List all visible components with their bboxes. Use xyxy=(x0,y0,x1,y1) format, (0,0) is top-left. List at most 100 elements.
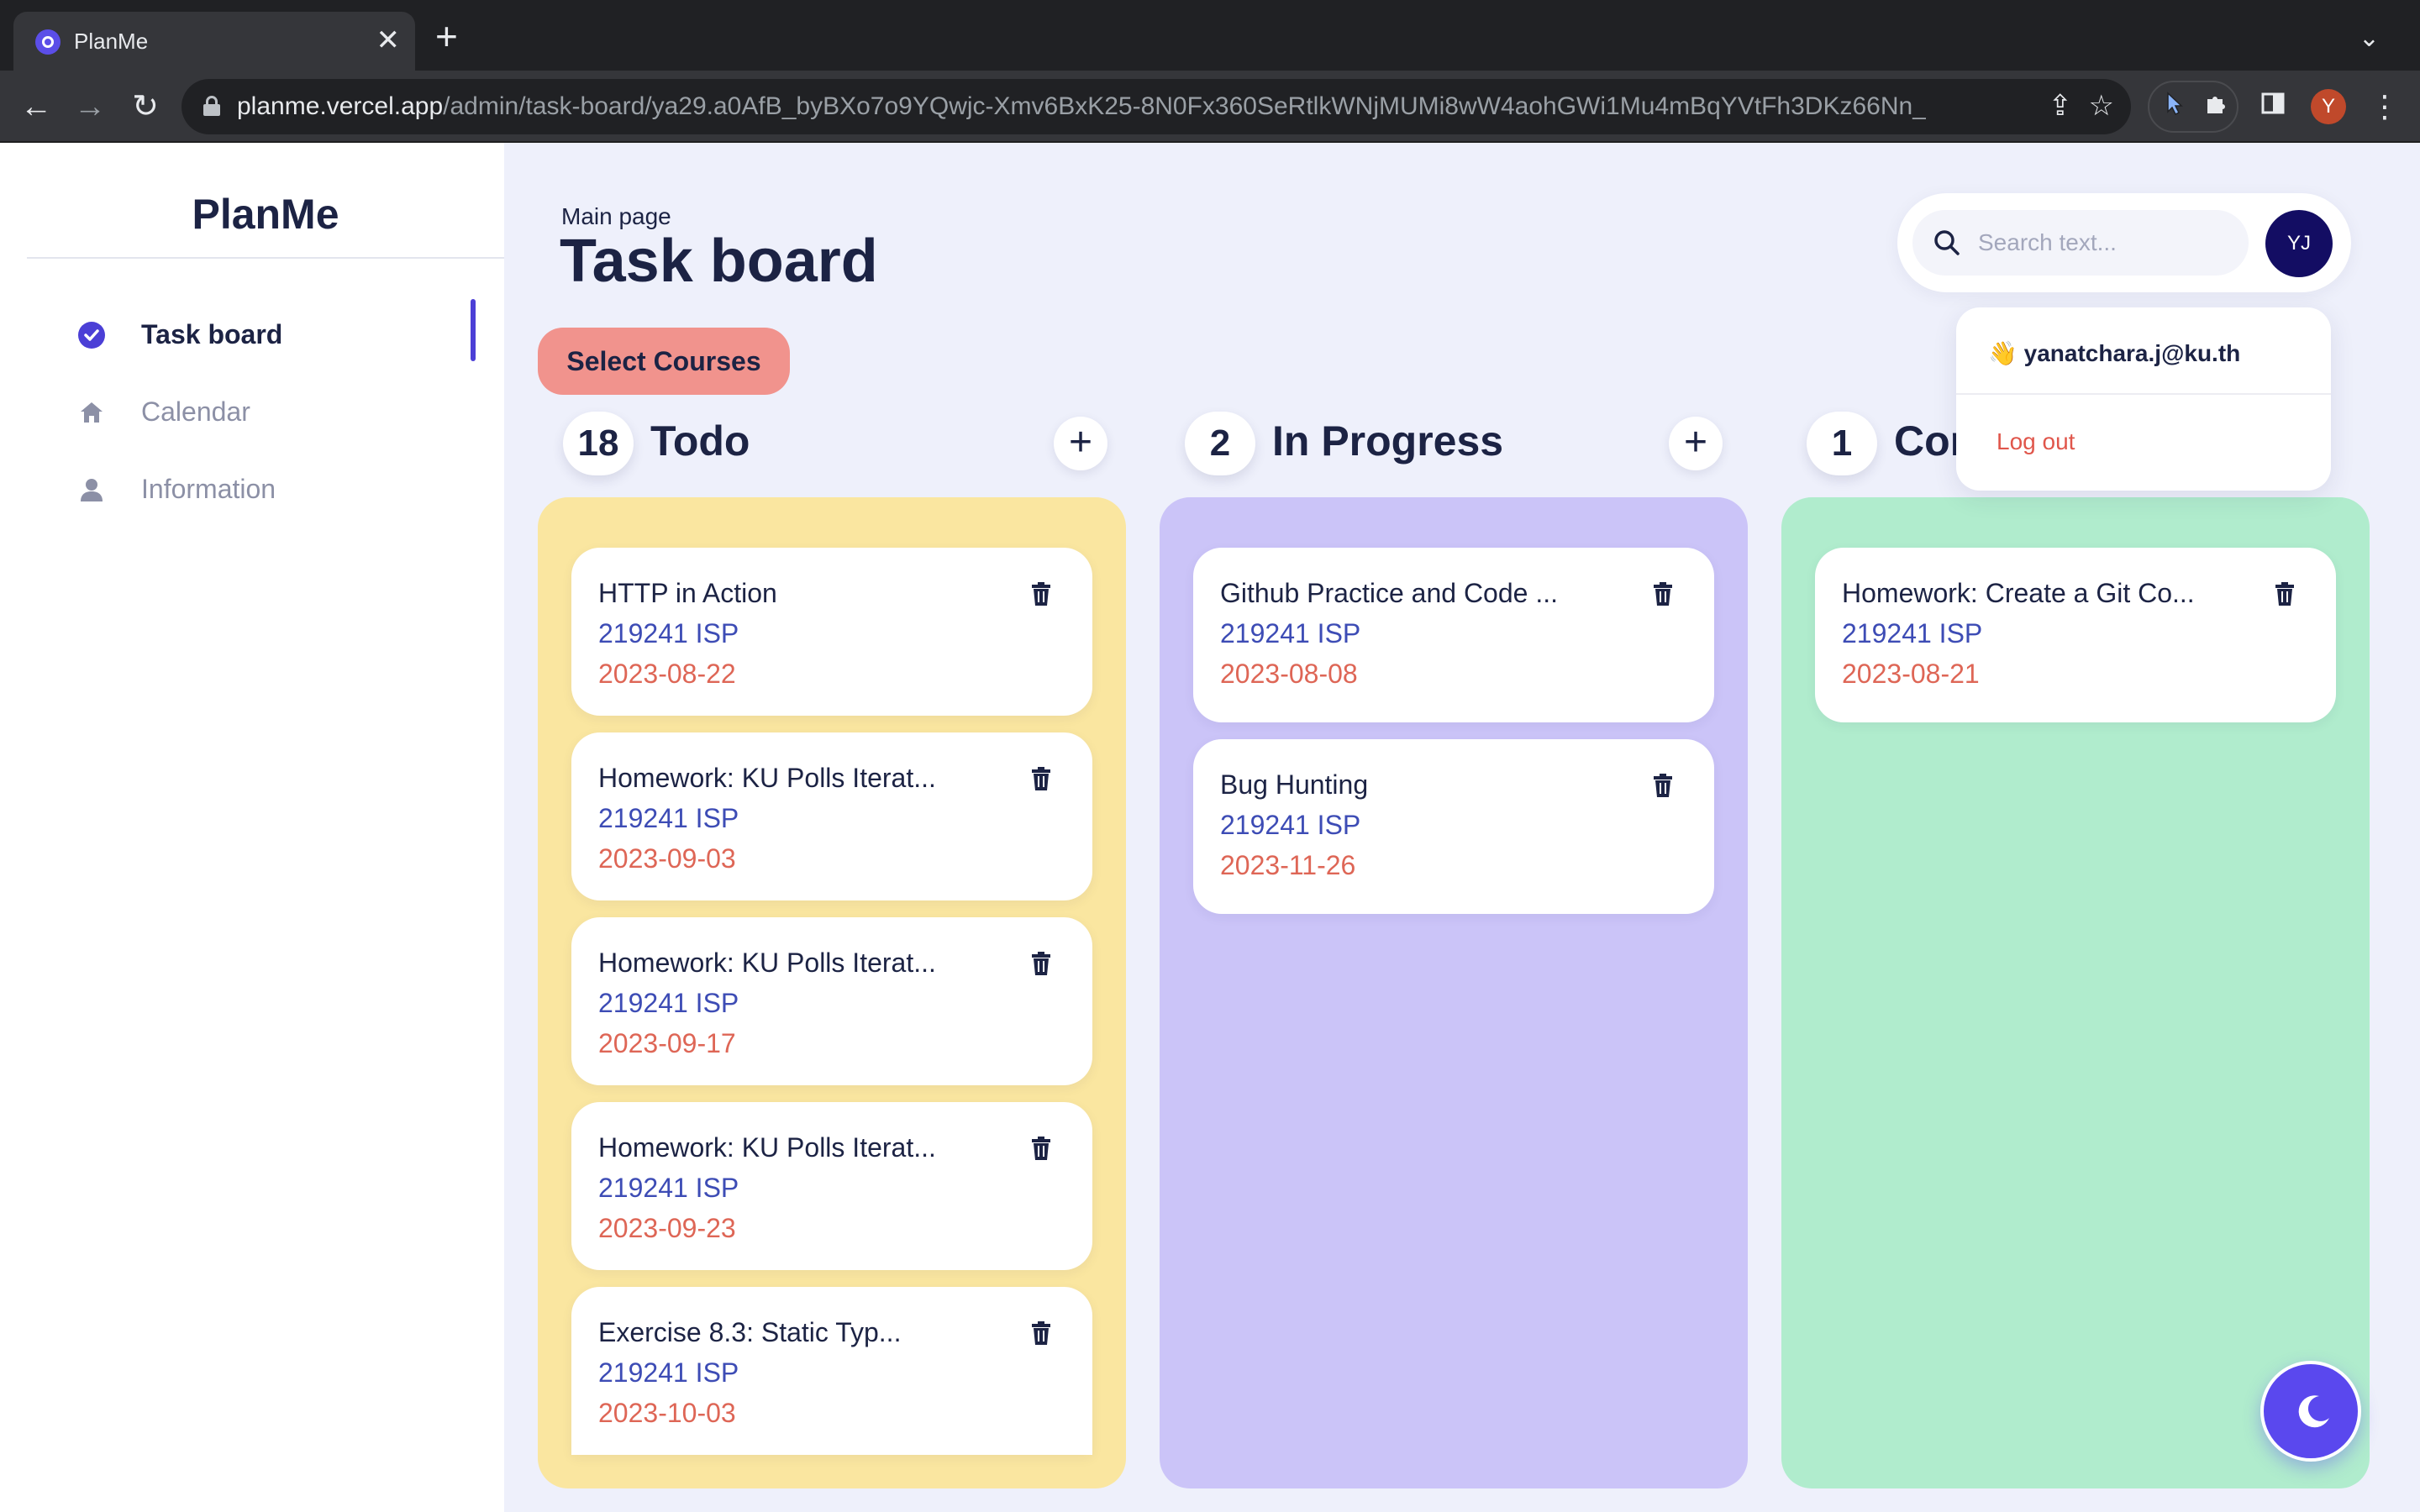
task-date: 2023-10-03 xyxy=(598,1398,736,1428)
trash-icon[interactable] xyxy=(1030,766,1052,791)
task-course: 219241 ISP xyxy=(598,1357,739,1388)
sidebar-item-label: Calendar xyxy=(141,396,250,427)
task-title: Exercise 8.3: Static Typ... xyxy=(598,1317,902,1347)
add-task-button[interactable]: + xyxy=(1054,417,1107,470)
tab-title: PlanMe xyxy=(74,29,149,54)
address-bar[interactable]: planme.vercel.app/admin/task-board/ya29.… xyxy=(182,79,2131,134)
theme-toggle-button[interactable] xyxy=(2260,1361,2361,1462)
task-date: 2023-08-22 xyxy=(598,659,736,689)
sidebar: PlanMe Task board Calendar Information xyxy=(0,143,504,1512)
task-card[interactable]: Homework: Create a Git Co... 219241 ISP … xyxy=(1815,548,2336,722)
task-course: 219241 ISP xyxy=(1220,618,1361,648)
brand-logo-text[interactable]: PlanMe xyxy=(27,190,504,259)
task-card[interactable]: Github Practice and Code ... 219241 ISP … xyxy=(1193,548,1714,722)
task-card[interactable]: Homework: KU Polls Iterat... 219241 ISP … xyxy=(571,917,1092,1085)
task-date: 2023-09-17 xyxy=(598,1028,736,1058)
task-card[interactable]: Exercise 8.3: Static Typ... 219241 ISP 2… xyxy=(571,1287,1092,1455)
new-tab-icon[interactable]: + xyxy=(435,17,458,55)
task-date: 2023-11-26 xyxy=(1220,850,1356,880)
user-dropdown-menu: 👋 yanatchara.j@ku.th Log out xyxy=(1956,307,2331,491)
side-panel-icon[interactable] xyxy=(2252,86,2294,128)
person-icon xyxy=(77,475,106,504)
task-date: 2023-09-03 xyxy=(598,843,736,874)
select-courses-button[interactable]: Select Courses xyxy=(538,328,790,395)
task-count-badge: 18 xyxy=(563,412,634,475)
task-title: Homework: KU Polls Iterat... xyxy=(598,948,936,978)
url-text[interactable]: planme.vercel.app/admin/task-board/ya29.… xyxy=(237,92,1926,121)
task-date: 2023-09-23 xyxy=(598,1213,736,1243)
tab-search-chevron-icon[interactable]: ⌄ xyxy=(2359,24,2380,53)
column-title: In Progress xyxy=(1272,417,1504,465)
home-icon xyxy=(77,398,106,427)
bookmark-star-icon[interactable]: ☆ xyxy=(2089,89,2114,123)
task-course: 219241 ISP xyxy=(598,618,739,648)
column-todo: HTTP in Action 219241 ISP 2023-08-22 Hom… xyxy=(538,497,1126,1488)
user-avatar[interactable]: YJ xyxy=(2265,210,2333,277)
sidebar-item-label: Task board xyxy=(141,319,283,349)
trash-icon[interactable] xyxy=(2274,581,2296,606)
task-count-badge: 2 xyxy=(1185,412,1255,475)
extension-group xyxy=(2148,81,2238,133)
share-icon[interactable]: ⇪ xyxy=(2049,89,2073,123)
task-course: 219241 ISP xyxy=(1220,810,1361,840)
browser-menu-icon[interactable]: ⋮ xyxy=(2370,86,2400,128)
task-title: Github Practice and Code ... xyxy=(1220,578,1558,608)
task-title: Homework: Create a Git Co... xyxy=(1842,578,2195,608)
sidebar-item-task-board[interactable]: Task board xyxy=(0,299,504,363)
task-title: Bug Hunting xyxy=(1220,769,1369,800)
trash-icon[interactable] xyxy=(1030,951,1052,976)
trash-icon[interactable] xyxy=(1030,1136,1052,1161)
task-date: 2023-08-21 xyxy=(1842,659,1980,689)
column-header-in-progress: 2 In Progress + xyxy=(1185,412,1739,479)
tab-close-icon[interactable]: ✕ xyxy=(376,24,401,57)
task-card[interactable]: Homework: KU Polls Iterat... 219241 ISP … xyxy=(571,732,1092,900)
forward-icon[interactable]: → xyxy=(69,86,111,128)
active-indicator xyxy=(471,299,476,361)
search-icon xyxy=(1933,228,1961,257)
task-card[interactable]: Bug Hunting 219241 ISP 2023-11-26 xyxy=(1193,739,1714,914)
lock-icon xyxy=(203,96,220,116)
trash-icon[interactable] xyxy=(1652,773,1674,798)
moon-icon xyxy=(2296,1393,2333,1430)
task-date: 2023-08-08 xyxy=(1220,659,1358,689)
task-course: 219241 ISP xyxy=(598,988,739,1018)
task-title: Homework: KU Polls Iterat... xyxy=(598,763,936,793)
trash-icon[interactable] xyxy=(1652,581,1674,606)
cursor-extension-icon[interactable] xyxy=(2153,86,2195,128)
url-path: /admin/task-board/ya29.a0AfB_byBXo7o9YQw… xyxy=(443,92,1926,120)
reload-icon[interactable]: ↻ xyxy=(124,86,166,128)
back-icon[interactable]: ← xyxy=(15,86,57,128)
sidebar-item-information[interactable]: Information xyxy=(0,459,504,517)
extensions-puzzle-icon[interactable] xyxy=(2195,86,2237,128)
logout-button[interactable]: Log out xyxy=(1996,428,2075,455)
sidebar-item-label: Information xyxy=(141,474,276,504)
browser-tab[interactable]: PlanMe ✕ xyxy=(13,12,415,71)
search-input[interactable] xyxy=(1978,222,2230,264)
task-title: HTTP in Action xyxy=(598,578,777,608)
search-box xyxy=(1912,210,2249,276)
menu-divider xyxy=(1956,393,2331,395)
browser-profile-avatar[interactable]: Y xyxy=(2311,89,2346,124)
url-host: planme.vercel.app xyxy=(237,92,444,120)
column-header-todo: 18 Todo + xyxy=(563,412,1118,479)
column-in-progress: Github Practice and Code ... 219241 ISP … xyxy=(1160,497,1748,1488)
trash-icon[interactable] xyxy=(1030,1320,1052,1346)
column-complete: Homework: Create a Git Co... 219241 ISP … xyxy=(1781,497,2370,1488)
browser-toolbar: ← → ↻ planme.vercel.app/admin/task-board… xyxy=(0,71,2420,143)
search-bar-container: YJ xyxy=(1897,193,2351,292)
browser-tab-bar: PlanMe ✕ + ⌄ xyxy=(0,0,2420,71)
task-count-badge: 1 xyxy=(1807,412,1877,475)
task-title: Homework: KU Polls Iterat... xyxy=(598,1132,936,1163)
add-task-button[interactable]: + xyxy=(1669,417,1723,470)
sidebar-item-calendar[interactable]: Calendar xyxy=(0,381,504,440)
planme-favicon-icon xyxy=(35,29,60,55)
task-course: 219241 ISP xyxy=(598,803,739,833)
task-card[interactable]: HTTP in Action 219241 ISP 2023-08-22 xyxy=(571,548,1092,716)
task-course: 219241 ISP xyxy=(1842,618,1983,648)
page-title: Task board xyxy=(560,228,878,295)
check-circle-icon xyxy=(77,321,106,349)
column-title: Todo xyxy=(650,417,750,465)
task-card[interactable]: Homework: KU Polls Iterat... 219241 ISP … xyxy=(571,1102,1092,1270)
trash-icon[interactable] xyxy=(1030,581,1052,606)
task-course: 219241 ISP xyxy=(598,1173,739,1203)
